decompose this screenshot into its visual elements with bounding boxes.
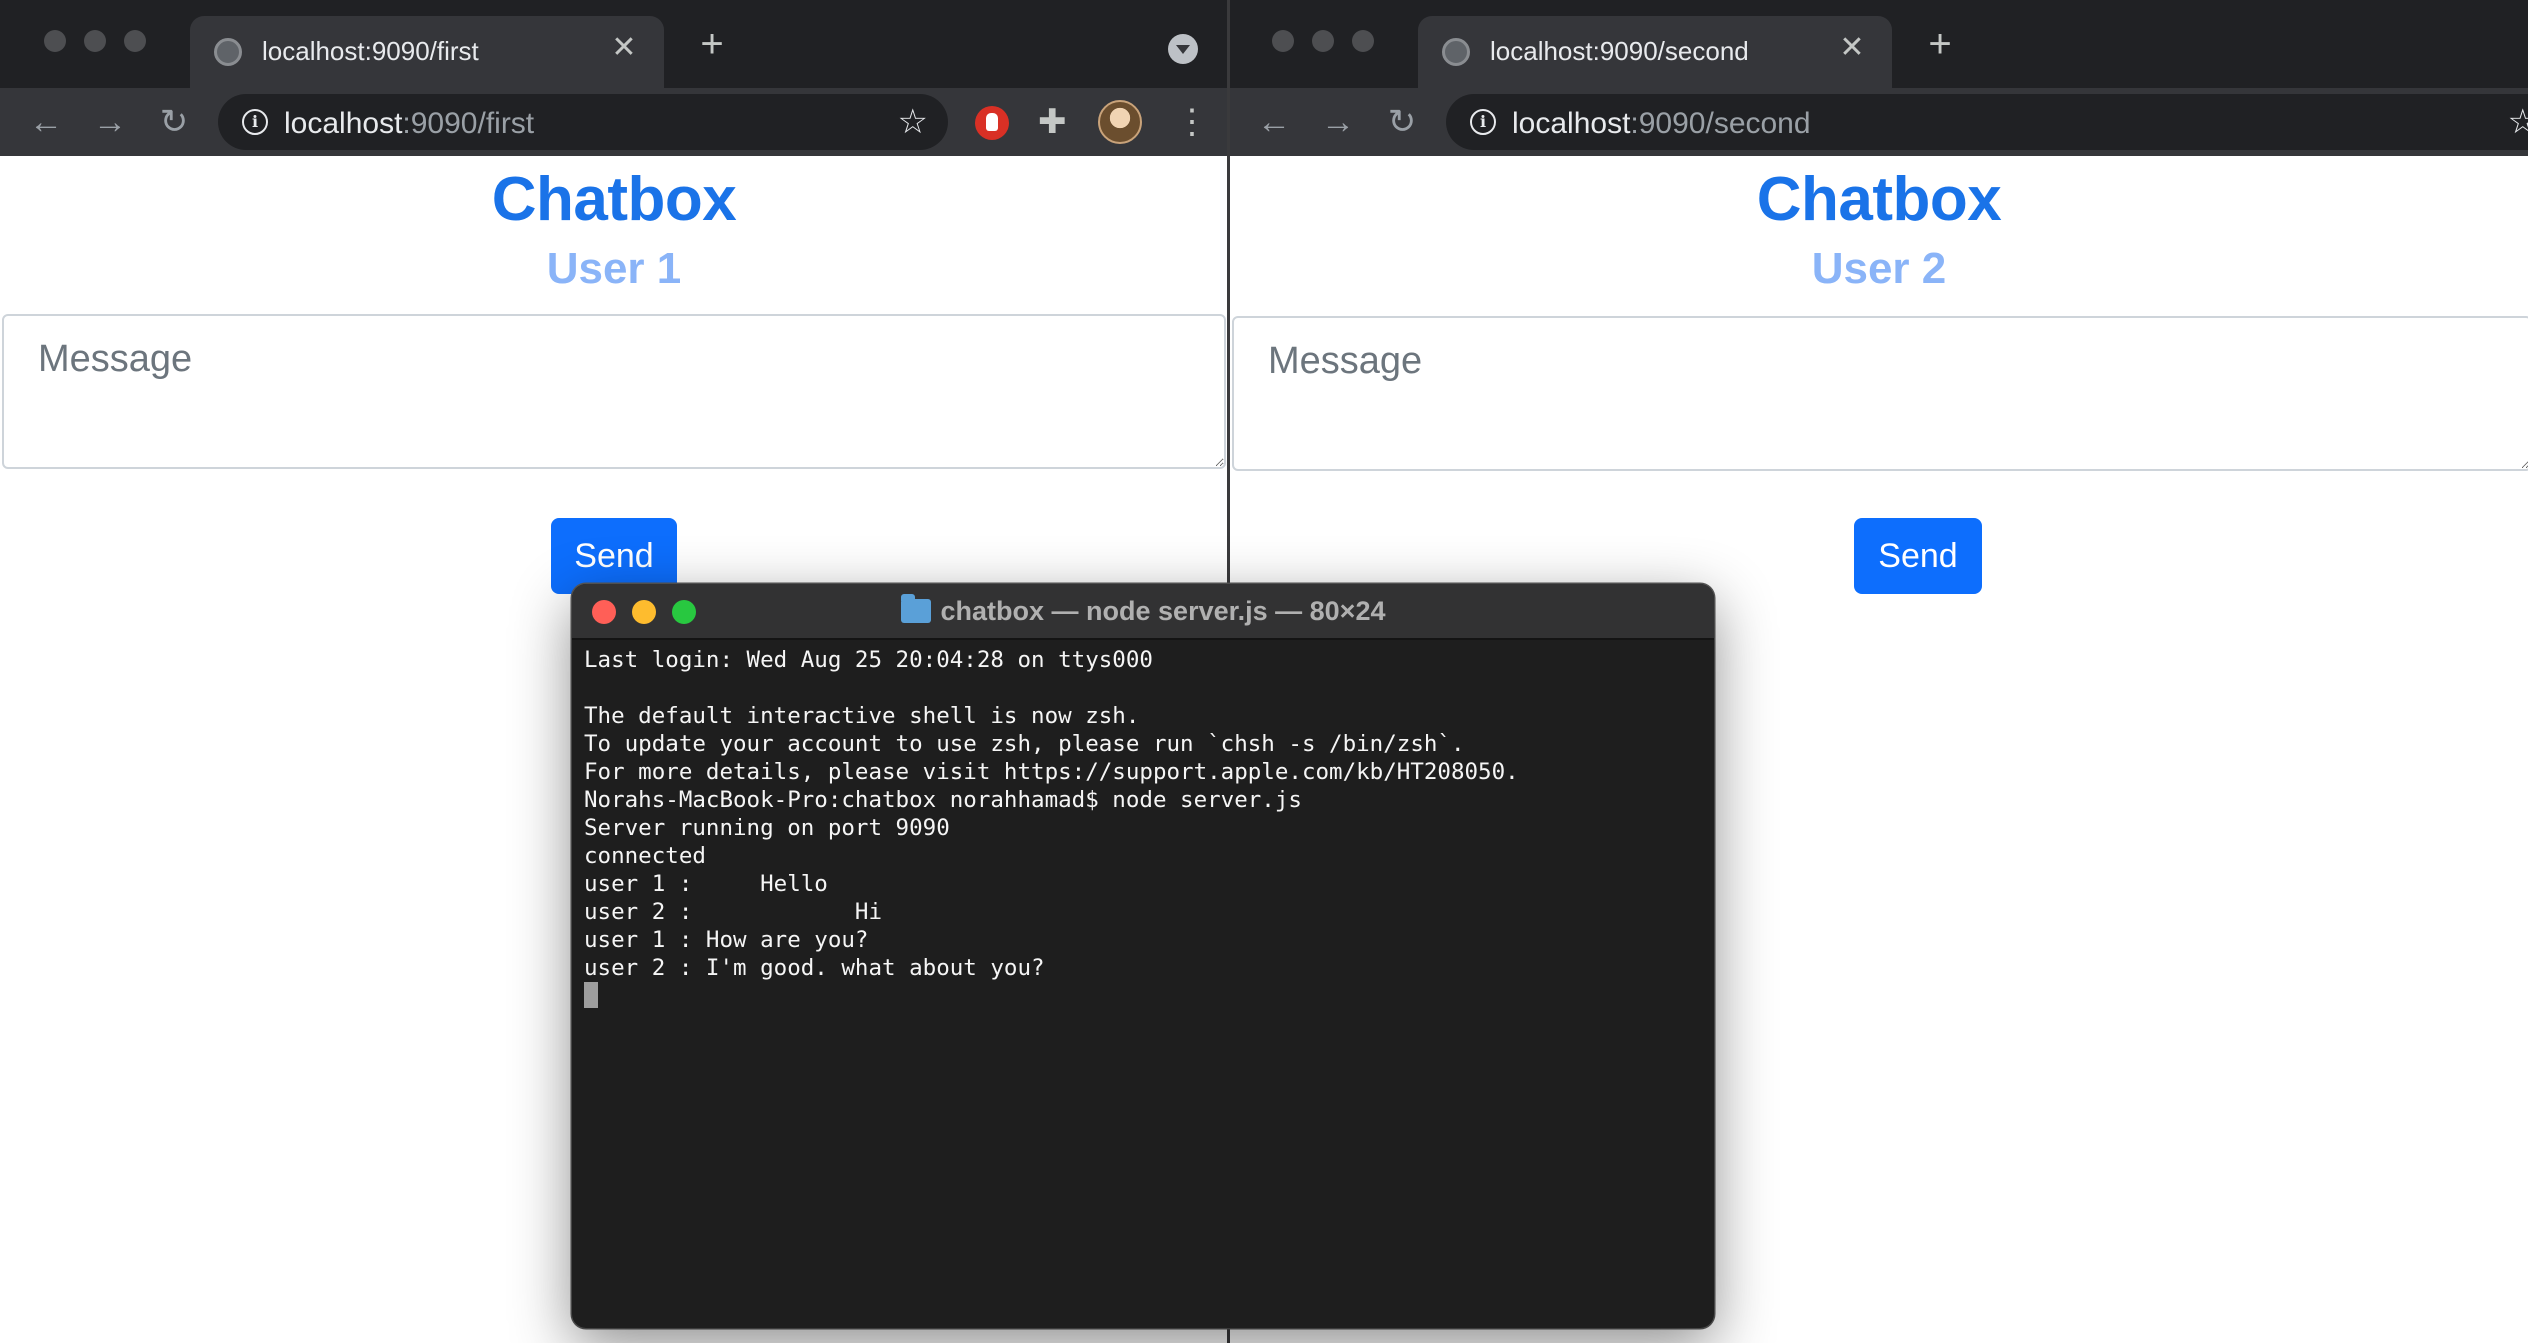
terminal-title: chatbox — node server.js — 80×24 [572,594,1714,627]
minimize-window-icon[interactable] [1312,30,1334,52]
address-bar[interactable]: i localhost:9090/first ☆ [218,94,948,150]
reload-icon[interactable]: ↻ [152,100,196,144]
tab-second[interactable]: localhost:9090/second ✕ [1418,16,1892,88]
message-input[interactable] [2,314,1226,469]
text-cursor [584,982,598,1008]
terminal-line: user 1 : How are you? [584,927,869,953]
terminal-line: Server running on port 9090 [584,815,950,841]
tab-title: localhost:9090/first [262,36,479,66]
avatar-icon[interactable] [1098,100,1142,144]
star-icon[interactable]: ☆ [898,102,928,142]
maximize-window-icon[interactable] [124,30,146,52]
terminal-line: user 2 : I'm good. what about you? [584,955,1045,981]
tab-search-icon[interactable] [1168,34,1198,64]
maximize-window-icon[interactable] [1352,30,1374,52]
new-tab-icon[interactable]: + [690,22,734,66]
close-window-icon[interactable] [1272,30,1294,52]
arrow-right-icon[interactable]: → [88,100,132,144]
puzzle-icon[interactable]: ✚ [1038,102,1067,142]
user-label: User 2 [1811,244,1947,293]
globe-icon [1442,38,1470,66]
terminal-line: To update your account to use zsh, pleas… [584,731,1465,757]
arrow-left-icon[interactable]: ← [1252,100,1296,144]
stop-hand-icon[interactable] [975,106,1009,140]
arrow-right-icon[interactable]: → [1316,100,1360,144]
terminal-line: The default interactive shell is now zsh… [584,703,1140,729]
tab-strip: localhost:9090/first ✕ + [0,0,1228,88]
new-tab-icon[interactable]: + [1918,22,1962,66]
page-title: Chatbox [1756,165,2002,234]
message-input[interactable] [1232,316,2528,471]
terminal-prompt-line [584,982,1702,1010]
terminal-titlebar[interactable]: chatbox — node server.js — 80×24 [572,584,1714,640]
tab-title: localhost:9090/second [1490,36,1749,66]
page-title: Chatbox [491,165,737,234]
folder-icon [900,594,931,623]
address-bar[interactable]: i localhost:9090/second ☆ [1446,94,2528,150]
terminal-line: Last login: Wed Aug 25 20:04:28 on ttys0… [584,647,1153,673]
user-label: User 1 [546,244,682,293]
minimize-window-icon[interactable] [84,30,106,52]
arrow-left-icon[interactable]: ← [24,100,68,144]
terminal-line: connected [584,843,706,869]
close-tab-icon[interactable]: ✕ [1832,28,1872,68]
browser-toolbar: ← → ↻ i localhost:9090/second ☆ ✚ [1230,88,2528,156]
close-window-icon[interactable] [44,30,66,52]
terminal-output[interactable]: Last login: Wed Aug 25 20:04:28 on ttys0… [584,646,1702,1010]
info-icon[interactable]: i [242,109,268,135]
send-button[interactable]: Send [1854,518,1982,594]
browser-toolbar: ← → ↻ i localhost:9090/first ☆ ✚ ⋮ [0,88,1228,156]
reload-icon[interactable]: ↻ [1380,100,1424,144]
terminal-window[interactable]: chatbox — node server.js — 80×24 Last lo… [572,584,1714,1328]
window-controls[interactable] [1272,30,1374,52]
tab-first[interactable]: localhost:9090/first ✕ [190,16,664,88]
url-text: localhost:9090/second [1512,107,1811,140]
url-text: localhost:9090/first [284,107,535,140]
terminal-line: user 1 : Hello [584,871,828,897]
star-icon[interactable]: ☆ [2508,102,2528,142]
close-tab-icon[interactable]: ✕ [604,28,644,68]
globe-icon [214,38,242,66]
tab-strip: localhost:9090/second ✕ + [1230,0,2528,88]
info-icon[interactable]: i [1470,109,1496,135]
terminal-line: For more details, please visit https://s… [584,759,1519,785]
kebab-menu-icon[interactable]: ⋮ [1175,100,1209,144]
send-button[interactable]: Send [551,518,677,594]
terminal-line: user 2 : Hi [584,899,883,925]
window-controls[interactable] [44,30,146,52]
terminal-line: Norahs-MacBook-Pro:chatbox norahhamad$ n… [584,787,1302,813]
